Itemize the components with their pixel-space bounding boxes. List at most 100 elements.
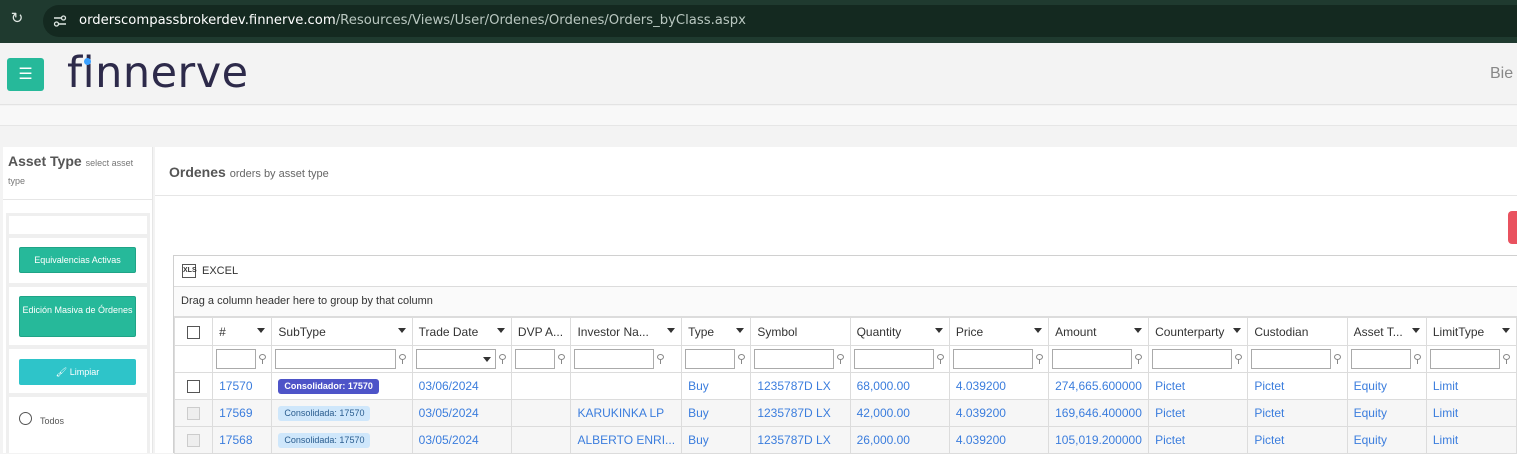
table-row[interactable]: 17568 Consolidada: 17570 03/05/2024 ALBE… [173,426,1517,454]
table-row[interactable]: 17570 Consolidador: 17570 03/06/2024 Buy… [173,372,1517,400]
filter-input[interactable] [1251,349,1332,369]
url-text[interactable]: orderscompassbrokerdev.finnerve.com/Reso… [79,13,746,28]
filter-input[interactable] [1152,349,1233,369]
edicion-masiva-button[interactable]: Edición Masiva de Órdenes [19,296,136,337]
cell-id[interactable]: 17570 [212,372,273,400]
filter-icon[interactable] [1502,354,1510,364]
filter-input[interactable] [514,349,555,369]
col-header-asset-type[interactable]: Asset T... [1346,317,1427,346]
cell-limit-type[interactable]: Limit [1425,372,1517,400]
cell-quantity[interactable]: 68,000.00 [849,372,950,400]
cell-trade-date[interactable]: 03/05/2024 [411,426,512,454]
cell-price[interactable]: 4.039200 [948,372,1050,400]
table-row[interactable]: 17569 Consolidada: 17570 03/05/2024 KARU… [173,399,1517,427]
cell-type[interactable]: Buy [681,426,752,454]
filter-icon[interactable] [1413,354,1421,364]
filter-input[interactable] [1350,349,1411,369]
excel-icon[interactable]: XLS [182,264,197,278]
cell-investor[interactable] [570,372,683,400]
filter-input[interactable] [685,349,736,369]
filter-input[interactable] [574,349,655,369]
cell-limit-type[interactable]: Limit [1425,399,1517,427]
cell-amount[interactable]: 169,646.400000 [1048,399,1150,427]
cell-price[interactable]: 4.039200 [948,426,1050,454]
sort-caret-icon[interactable] [1034,328,1043,333]
filter-icon[interactable] [1135,354,1143,364]
cell-amount[interactable]: 274,665.600000 [1048,372,1150,400]
sort-caret-icon[interactable] [667,328,676,333]
col-header-custodian[interactable]: Custodian [1247,317,1348,346]
cell-quantity[interactable]: 26,000.00 [849,426,950,454]
cell-counterparty[interactable]: Pictet [1148,372,1249,400]
filter-icon[interactable] [738,354,746,364]
cell-id[interactable]: 17569 [212,399,273,427]
filter-input[interactable] [275,349,397,369]
date-filter-input[interactable] [415,349,496,369]
sort-caret-icon[interactable] [736,328,745,333]
url-box[interactable]: orderscompassbrokerdev.finnerve.com/Reso… [43,5,1517,37]
filter-input[interactable] [216,349,257,369]
filter-icon[interactable] [557,354,565,364]
reload-icon[interactable]: ↻ [9,11,25,27]
cell-asset-type[interactable]: Equity [1346,372,1427,400]
cell-counterparty[interactable]: Pictet [1148,399,1249,427]
dropdown-caret-icon[interactable] [482,357,491,362]
filter-input[interactable] [853,349,934,369]
filter-icon[interactable] [498,354,506,364]
sort-caret-icon[interactable] [257,328,266,333]
sort-caret-icon[interactable] [1502,328,1510,333]
group-panel[interactable]: Drag a column header here to group by th… [174,287,1517,317]
filter-icon[interactable] [399,354,407,364]
col-header-dvp[interactable]: DVP A... [510,317,572,346]
cell-price[interactable]: 4.039200 [948,399,1050,427]
cell-type[interactable]: Buy [681,399,752,427]
site-info-icon[interactable] [53,14,67,28]
cell-investor[interactable]: ALBERTO ENRI... [570,426,683,454]
cell-trade-date[interactable]: 03/05/2024 [411,399,512,427]
sort-caret-icon[interactable] [397,328,406,333]
col-header-symbol[interactable]: Symbol [750,317,851,346]
filter-icon[interactable] [1235,354,1243,364]
cell-limit-type[interactable]: Limit [1425,426,1517,454]
sort-caret-icon[interactable] [496,328,505,333]
col-header-investor[interactable]: Investor Na... [570,317,683,346]
col-header-trade-date[interactable]: Trade Date [411,317,512,346]
filter-icon[interactable] [1035,354,1043,364]
cell-asset-type[interactable]: Equity [1346,399,1427,427]
col-header-amount[interactable]: Amount [1048,317,1150,346]
col-header-limit-type[interactable]: LimitType [1425,317,1517,346]
cell-quantity[interactable]: 42,000.00 [849,399,950,427]
cell-asset-type[interactable]: Equity [1346,426,1427,454]
cell-amount[interactable]: 105,019.200000 [1048,426,1150,454]
sort-caret-icon[interactable] [934,328,943,333]
filter-icon[interactable] [1334,354,1342,364]
limpiar-button[interactable]: 🖌 Limpiar [19,359,136,385]
excel-export-button[interactable]: EXCEL [202,265,238,277]
sort-caret-icon[interactable] [1134,328,1143,333]
select-all-checkbox[interactable] [187,325,201,339]
filter-input[interactable] [754,349,835,369]
row-checkbox[interactable] [187,380,201,394]
hamburger-menu-button[interactable]: ☰ [7,58,44,91]
cell-id[interactable]: 17568 [212,426,273,454]
sort-caret-icon[interactable] [1411,328,1420,333]
col-header-id[interactable]: # [212,317,273,346]
cell-counterparty[interactable]: Pictet [1148,426,1249,454]
col-header-counterparty[interactable]: Counterparty [1148,317,1249,346]
cell-investor[interactable]: KARUKINKA LP [570,399,683,427]
col-header-type[interactable]: Type [681,317,752,346]
filter-input[interactable] [1429,349,1500,369]
filter-icon[interactable] [936,354,944,364]
cell-symbol[interactable]: 1235787D LX [750,399,851,427]
cell-symbol[interactable]: 1235787D LX [750,426,851,454]
filter-input[interactable] [952,349,1033,369]
filter-icon[interactable] [657,354,665,364]
sort-caret-icon[interactable] [1233,328,1242,333]
filter-icon[interactable] [259,354,267,364]
col-header-quantity[interactable]: Quantity [849,317,950,346]
cell-custodian[interactable]: Pictet [1247,372,1348,400]
cell-custodian[interactable]: Pictet [1247,426,1348,454]
filter-input[interactable] [1052,349,1133,369]
radio-todos[interactable] [19,412,32,425]
cell-type[interactable]: Buy [681,372,752,400]
